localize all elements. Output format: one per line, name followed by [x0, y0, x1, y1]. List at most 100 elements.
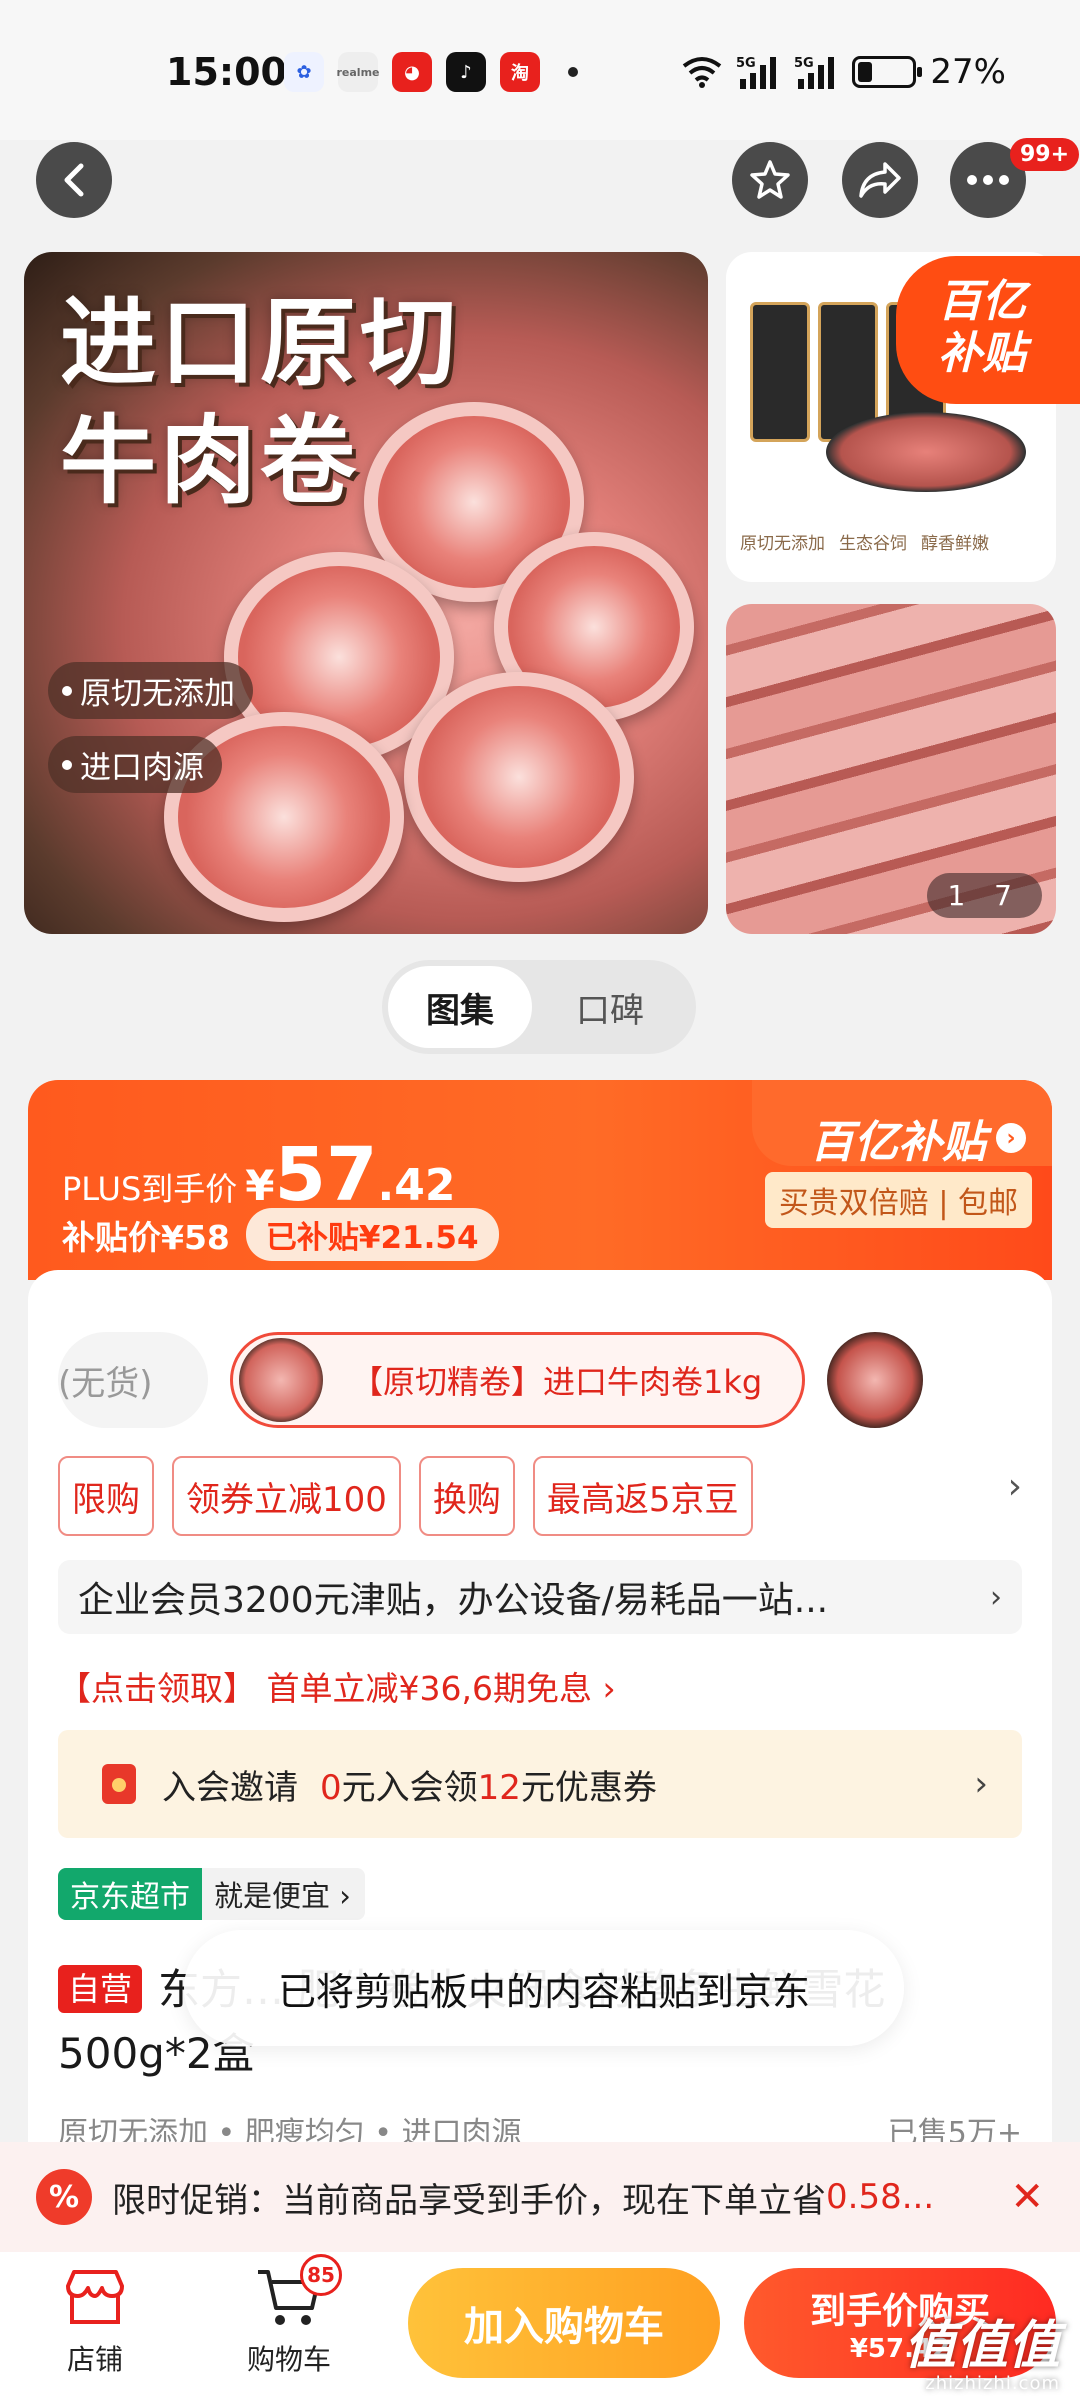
subsidy-price: 补贴价¥58: [62, 1217, 230, 1257]
share-button[interactable]: [842, 142, 918, 218]
hero-title-line-1: 进口原切: [60, 287, 460, 399]
signal-5g-icon-2: 5G: [794, 56, 835, 89]
thumb-tag: 生态谷饲: [839, 534, 907, 554]
star-icon: [750, 160, 790, 199]
store-name: 京东超市: [58, 1868, 202, 1920]
sku-option-selected[interactable]: 【原切精卷】进口牛肉卷1kg: [230, 1332, 806, 1428]
thumb-tag: 原切无添加: [740, 534, 825, 554]
chevron-left-icon: [64, 163, 84, 197]
price-integer: 57: [274, 1132, 378, 1218]
chevron-right-icon: ›: [990, 1579, 1002, 1615]
subsidized-amount: 已补贴¥21.54: [245, 1208, 499, 1261]
promo-tag[interactable]: 最高返5京豆: [532, 1456, 753, 1536]
red-envelope-icon: [102, 1764, 136, 1804]
program-link[interactable]: 百亿补贴 ›: [810, 1106, 1026, 1170]
status-bar: 15:00 ✿ realme ◕ ♪ 淘 5G 5G 27%: [0, 0, 1080, 140]
promo-tag[interactable]: 换购: [418, 1456, 515, 1536]
hero-title-line-2: 牛肉卷: [60, 405, 360, 517]
favorite-button[interactable]: [732, 142, 808, 218]
flash-promo-bar[interactable]: % 限时促销：当前商品享受到手价，现在下单立省 0.58... ✕: [0, 2142, 1080, 2252]
chevron-right-icon: ›: [996, 1123, 1026, 1153]
chevron-right-icon: ›: [974, 1764, 988, 1804]
sku-option-next[interactable]: [827, 1332, 924, 1428]
package-image: [750, 302, 810, 442]
coupon-link[interactable]: 【点击领取】 首单立减¥36,6期免息 ›: [58, 1662, 616, 1710]
main-product-image[interactable]: 进口原切 牛肉卷 原切无添加 进口肉源: [24, 252, 708, 934]
subsidy-line: 补贴价¥58 已补贴¥21.54: [62, 1208, 499, 1261]
douyin-icon: ♪: [446, 52, 486, 92]
thumbnail-closeup[interactable]: 1 7: [726, 604, 1056, 934]
program-title: 百亿补贴: [810, 1117, 986, 1168]
baidu-icon: ✿: [284, 52, 324, 92]
bottom-action-bar: 店铺 85 购物车 加入购物车 到手价购买 ¥57.42 值值值 zhizhiz…: [0, 2252, 1080, 2400]
product-info-card: (无货) 【原切精卷】进口牛肉卷1kg 限购 领券立减100 换购 最高返5京豆…: [28, 1270, 1052, 2230]
invite-offer: 0元入会领12元优惠券: [320, 1760, 657, 1809]
more-dots-icon: [967, 175, 1009, 185]
corporate-text: 企业会员3200元津贴，办公设备/易耗品一站...: [78, 1580, 829, 1621]
add-to-cart-button[interactable]: 加入购物车: [408, 2268, 720, 2378]
sku-selected-label: 【原切精卷】进口牛肉卷1kg: [351, 1363, 763, 1401]
watermark-url: zhizhizhi.com: [925, 2373, 1060, 2394]
beef-roll-image: [404, 672, 634, 882]
sku-thumbnail: [239, 1338, 323, 1422]
realme-icon: realme: [337, 52, 380, 92]
sku-selector: (无货) 【原切精卷】进口牛肉卷1kg: [58, 1330, 1024, 1430]
battery-percent: 27%: [930, 52, 1006, 92]
status-app-icons: ✿ realme ◕ ♪ 淘: [284, 52, 578, 92]
chevron-right-icon[interactable]: ›: [1008, 1466, 1022, 1507]
store-tab-label: 店铺: [66, 2343, 123, 2376]
notification-badge: 99+: [1010, 138, 1080, 171]
gallery-review-switch: 图集 口碑: [382, 960, 696, 1054]
self-operated-badge: 自营: [58, 1965, 143, 2013]
svg-text:5G: 5G: [736, 56, 756, 71]
flash-promo-text: 限时促销：当前商品享受到手价，现在下单立省: [112, 2180, 826, 2221]
share-icon: [859, 162, 901, 198]
program-guarantee: 买贵双倍赔 | 包邮: [764, 1172, 1032, 1228]
image-counter: 1 7: [927, 873, 1042, 918]
store-tab[interactable]: 店铺: [20, 2266, 170, 2378]
status-time: 15:00: [166, 50, 287, 94]
flash-promo-amount: 0.58...: [826, 2177, 935, 2217]
sku-option-label: (无货): [58, 1363, 153, 1404]
membership-invite[interactable]: 入会邀请 0元入会领12元优惠券 ›: [58, 1730, 1022, 1838]
promo-tag[interactable]: 限购: [58, 1456, 154, 1536]
back-button[interactable]: [36, 142, 112, 218]
signal-5g-icon-1: 5G: [736, 56, 777, 89]
invite-mid: 元入会领: [341, 1767, 478, 1808]
corporate-member-banner[interactable]: 企业会员3200元津贴，办公设备/易耗品一站... ›: [58, 1560, 1022, 1634]
thumb-tag: 醇香鲜嫩: [921, 534, 989, 554]
currency-symbol: ¥: [245, 1161, 275, 1210]
cart-tab[interactable]: 85 购物车: [214, 2254, 364, 2378]
discount-icon: %: [36, 2169, 92, 2225]
close-icon[interactable]: ✕: [1010, 2174, 1044, 2220]
hero-title: 进口原切 牛肉卷: [60, 284, 460, 520]
tab-gallery[interactable]: 图集: [388, 966, 532, 1048]
plus-price: PLUS到手价 ¥ 57 .42: [62, 1132, 455, 1218]
tab-reviews[interactable]: 口碑: [540, 960, 680, 1054]
invite-zero: 0: [320, 1767, 342, 1808]
price-decimal: .42: [377, 1160, 456, 1211]
store-tag[interactable]: 京东超市 就是便宜 ›: [58, 1868, 365, 1920]
plus-price-label: PLUS到手价: [62, 1170, 238, 1208]
invite-amount: 12: [477, 1767, 521, 1808]
invite-tail: 元优惠券: [520, 1767, 657, 1808]
store-icon: [60, 2266, 130, 2328]
subsidy-badge-line-1: 百亿: [938, 276, 1026, 327]
jd-dog-icon: ◕: [392, 52, 432, 92]
cart-icon: 85: [254, 2254, 342, 2328]
plate-image: [826, 412, 1026, 492]
status-right: 5G 5G 27%: [682, 52, 1006, 92]
hero-chip: 进口肉源: [48, 736, 222, 793]
cart-tab-label: 购物车: [246, 2343, 331, 2376]
promo-tag[interactable]: 领券立减100: [172, 1456, 401, 1536]
wifi-icon: [683, 57, 722, 88]
sku-option[interactable]: (无货): [58, 1332, 208, 1428]
store-slogan: 就是便宜 ›: [214, 1879, 351, 1913]
promotion-tags: 限购 领券立减100 换购 最高返5京豆: [58, 1456, 753, 1536]
more-notifications-dot: [568, 67, 578, 77]
cart-count-badge: 85: [300, 2254, 342, 2296]
clipboard-toast: 已将剪贴板中的内容粘贴到京东: [184, 1930, 904, 2046]
watermark: 值值值 zhizhizhi.com: [904, 2319, 1060, 2394]
taobao-icon: 淘: [500, 52, 540, 92]
watermark-logo: 值值值: [903, 2316, 1060, 2376]
